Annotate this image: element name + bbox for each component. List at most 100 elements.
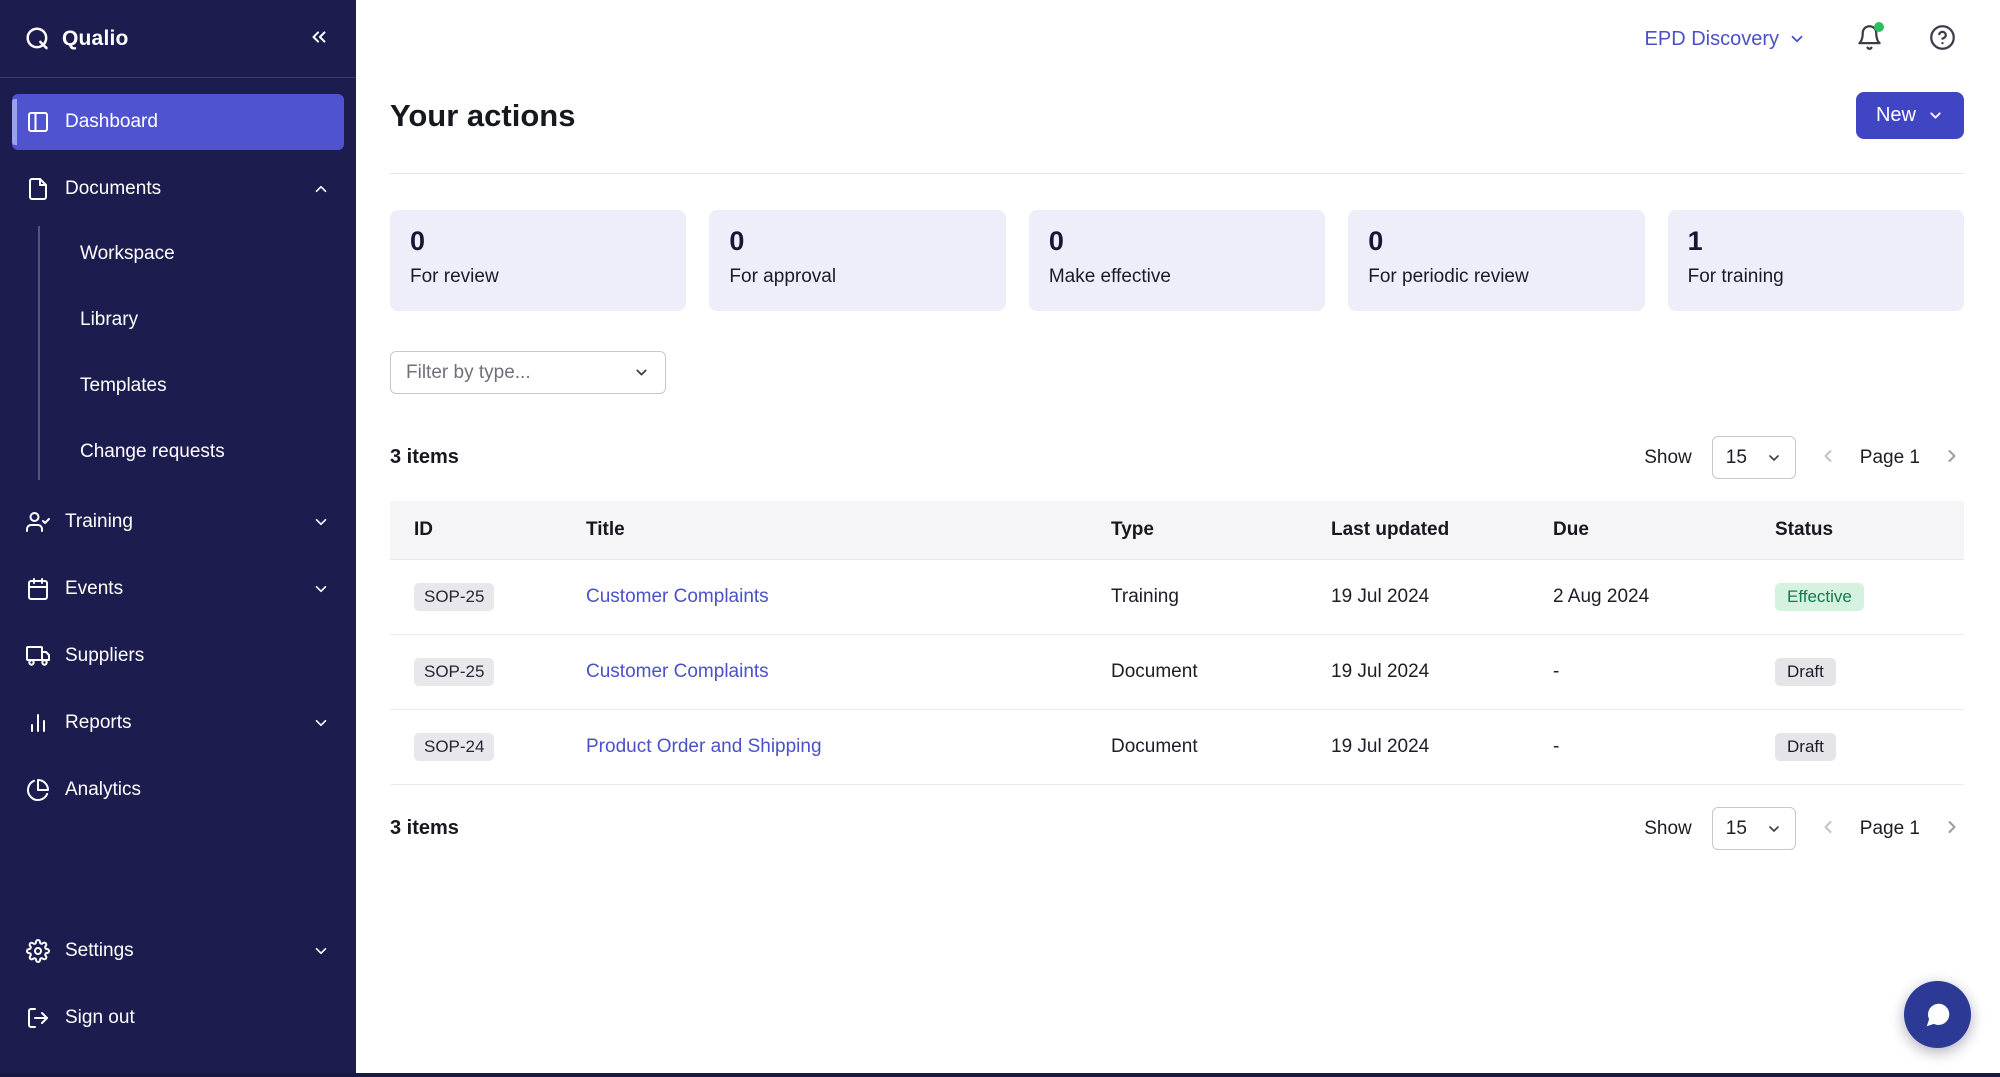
- document-link[interactable]: Customer Complaints: [586, 661, 769, 682]
- workspace-switcher[interactable]: EPD Discovery: [1639, 27, 1812, 52]
- doc-id-badge: SOP-25: [414, 658, 494, 686]
- sidebar-item-events[interactable]: Events: [12, 561, 344, 617]
- help-icon: [1929, 24, 1956, 51]
- prev-page-button[interactable]: [1816, 444, 1840, 471]
- app-window: Qualio Dashboard Documents: [0, 0, 2000, 1077]
- sidebar-item-analytics[interactable]: Analytics: [12, 762, 344, 818]
- sidebar-item-sign-out[interactable]: Sign out: [12, 990, 344, 1046]
- chevron-down-icon: [1766, 821, 1782, 837]
- chevrons-left-icon: [308, 26, 330, 48]
- sidebar-item-label: Reports: [65, 712, 132, 734]
- stat-label: For review: [410, 266, 666, 288]
- cell-due: -: [1537, 710, 1759, 785]
- notification-dot: [1874, 22, 1884, 32]
- help-button[interactable]: [1927, 22, 1958, 56]
- sidebar-item-label: Workspace: [80, 243, 175, 265]
- filter-by-type-select[interactable]: Filter by type...: [390, 351, 666, 394]
- new-button-label: New: [1876, 104, 1916, 127]
- page-indicator: Page 1: [1860, 447, 1920, 469]
- sidebar-nav: Dashboard Documents Workspace Library: [0, 78, 356, 913]
- next-page-button[interactable]: [1940, 444, 1964, 471]
- next-page-button-bottom[interactable]: [1940, 815, 1964, 842]
- title-row: Your actions New: [390, 78, 1964, 173]
- stat-label: For approval: [729, 266, 985, 288]
- status-badge: Draft: [1775, 733, 1836, 761]
- doc-id-badge: SOP-24: [414, 733, 494, 761]
- notifications-button[interactable]: [1854, 22, 1885, 56]
- page-size-value: 15: [1726, 447, 1747, 469]
- chat-launcher-button[interactable]: [1904, 981, 1971, 1048]
- chevron-right-icon: [1942, 817, 1962, 837]
- cell-last-updated: 19 Jul 2024: [1315, 635, 1537, 710]
- column-header-type: Type: [1095, 501, 1315, 560]
- page-indicator-bottom: Page 1: [1860, 818, 1920, 840]
- cell-type: Document: [1095, 635, 1315, 710]
- sidebar-item-library[interactable]: Library: [68, 292, 344, 348]
- document-link[interactable]: Customer Complaints: [586, 586, 769, 607]
- cell-type: Training: [1095, 560, 1315, 635]
- page-size-select[interactable]: 15: [1712, 436, 1796, 479]
- cell-due: 2 Aug 2024: [1537, 560, 1759, 635]
- chevron-left-icon: [1818, 446, 1838, 466]
- chevron-up-icon: [312, 180, 330, 198]
- sidebar-item-workspace[interactable]: Workspace: [68, 226, 344, 282]
- table-row: SOP-24 Product Order and Shipping Docume…: [390, 710, 1964, 785]
- workspace-name: EPD Discovery: [1645, 28, 1779, 51]
- truck-icon: [26, 644, 50, 668]
- sidebar-item-label: Suppliers: [65, 645, 144, 667]
- brand-name: Qualio: [62, 27, 129, 51]
- page-size-select-bottom[interactable]: 15: [1712, 807, 1796, 850]
- stat-card-for-periodic-review[interactable]: 0 For periodic review: [1348, 210, 1644, 311]
- page-title: Your actions: [390, 98, 575, 134]
- calendar-icon: [26, 577, 50, 601]
- new-button[interactable]: New: [1856, 92, 1964, 139]
- sidebar-item-change-requests[interactable]: Change requests: [68, 424, 344, 480]
- status-badge: Draft: [1775, 658, 1836, 686]
- actions-table: ID Title Type Last updated Due Status SO…: [390, 501, 1964, 785]
- cell-type: Document: [1095, 710, 1315, 785]
- sidebar-item-settings[interactable]: Settings: [12, 923, 344, 979]
- sidebar-item-reports[interactable]: Reports: [12, 695, 344, 751]
- chevron-right-icon: [1942, 446, 1962, 466]
- bottom-edge: [0, 1073, 2000, 1077]
- show-label: Show: [1644, 818, 1692, 840]
- stat-card-for-approval[interactable]: 0 For approval: [709, 210, 1005, 311]
- chevron-down-icon: [312, 714, 330, 732]
- dashboard-icon: [26, 110, 50, 134]
- topbar: EPD Discovery: [356, 0, 2000, 78]
- sidebar-item-training[interactable]: Training: [12, 494, 344, 550]
- sidebar-item-suppliers[interactable]: Suppliers: [12, 628, 344, 684]
- pie-chart-icon: [26, 778, 50, 802]
- chevron-down-icon: [312, 580, 330, 598]
- main-area: EPD Discovery Your actions: [356, 0, 2000, 1077]
- stat-card-for-review[interactable]: 0 For review: [390, 210, 686, 311]
- stat-value: 0: [1049, 227, 1305, 257]
- sidebar-item-label: Library: [80, 309, 138, 331]
- sidebar-item-label: Templates: [80, 375, 167, 397]
- sidebar-item-label: Change requests: [80, 441, 225, 463]
- sidebar-item-templates[interactable]: Templates: [68, 358, 344, 414]
- sidebar-item-documents[interactable]: Documents: [12, 161, 344, 217]
- prev-page-button-bottom[interactable]: [1816, 815, 1840, 842]
- filter-placeholder: Filter by type...: [406, 362, 531, 384]
- sidebar-item-dashboard[interactable]: Dashboard: [12, 94, 344, 150]
- brand: Qualio: [24, 25, 129, 52]
- stat-value: 1: [1688, 227, 1944, 257]
- chevron-left-icon: [1818, 817, 1838, 837]
- document-link[interactable]: Product Order and Shipping: [586, 736, 822, 757]
- chevron-down-icon: [1766, 450, 1782, 466]
- sidebar-item-label: Dashboard: [65, 111, 158, 133]
- column-header-title: Title: [570, 501, 1095, 560]
- doc-id-badge: SOP-25: [414, 583, 494, 611]
- stat-value: 0: [1368, 227, 1624, 257]
- chat-icon: [1923, 1000, 1953, 1030]
- sidebar-item-label: Documents: [65, 178, 161, 200]
- list-footer: 3 items Show 15 Page 1: [390, 807, 1964, 850]
- stat-card-make-effective[interactable]: 0 Make effective: [1029, 210, 1325, 311]
- stat-value: 0: [410, 227, 666, 257]
- stat-label: For training: [1688, 266, 1944, 288]
- sidebar-item-label: Sign out: [65, 1007, 135, 1029]
- stat-card-for-training[interactable]: 1 For training: [1668, 210, 1964, 311]
- sidebar-collapse-button[interactable]: [304, 22, 334, 55]
- sidebar-footer: Settings Sign out: [0, 913, 356, 1077]
